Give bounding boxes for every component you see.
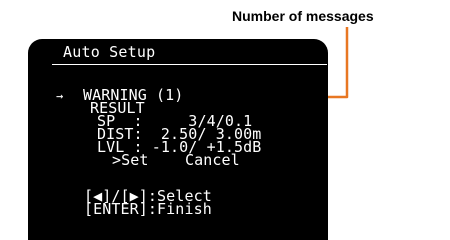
cancel-option[interactable]: Cancel: [185, 153, 240, 168]
title-divider: [52, 64, 327, 65]
display-screen: Auto Setup → WARNING (1) RESULT SP : 3/4…: [28, 39, 328, 240]
finish-hint: [ENTER]:Finish: [84, 200, 212, 218]
cursor-arrow-icon: →: [56, 89, 64, 103]
set-option[interactable]: >Set: [112, 153, 149, 168]
screen-title: Auto Setup: [63, 43, 156, 61]
callout-label: Number of messages: [232, 8, 374, 24]
